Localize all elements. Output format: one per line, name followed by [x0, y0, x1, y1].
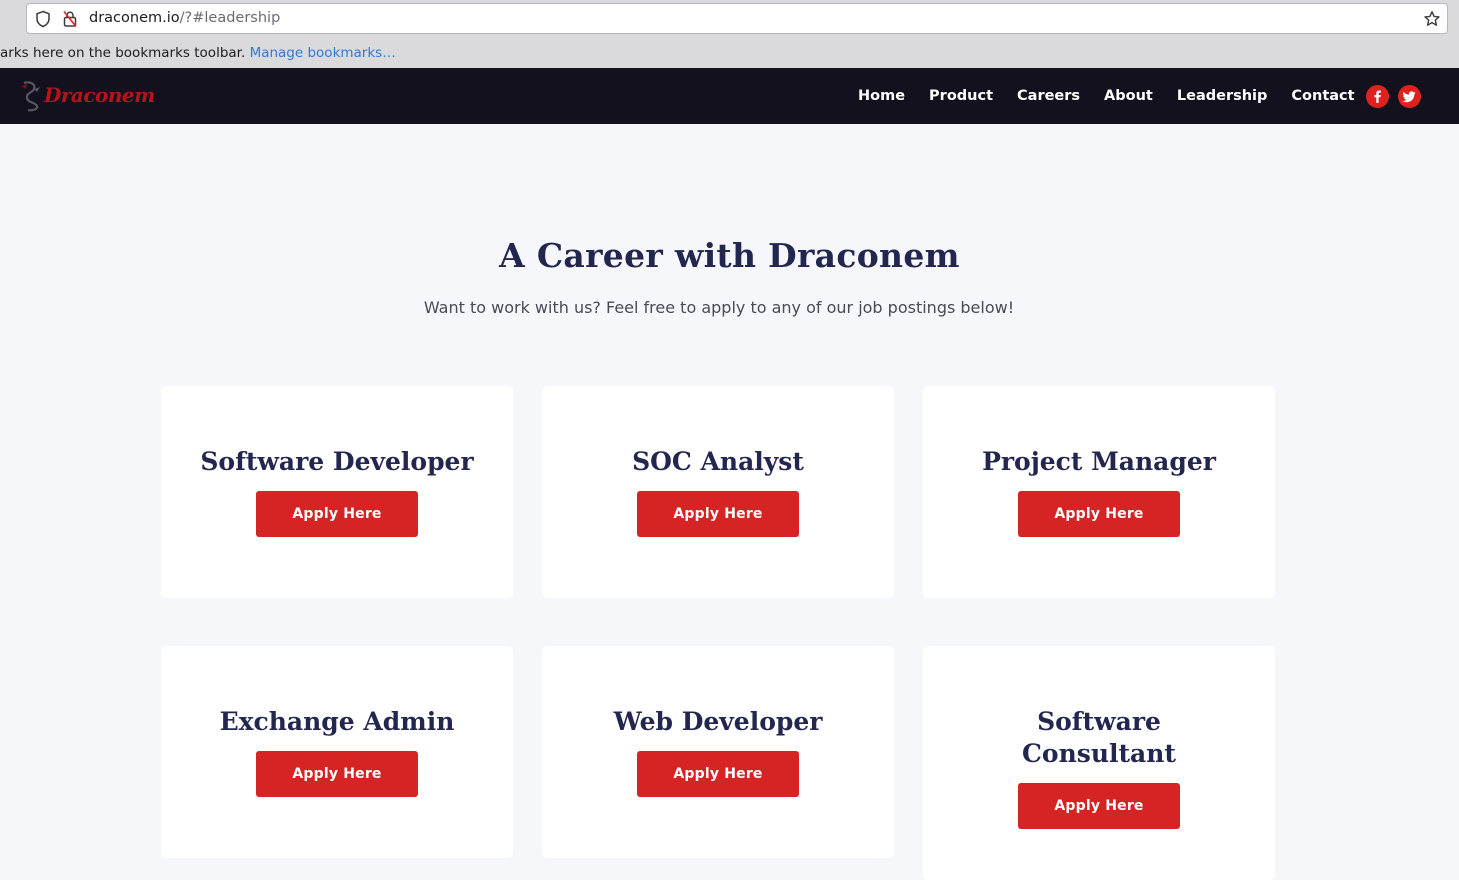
- insecure-lock-icon[interactable]: [62, 10, 78, 28]
- nav-careers[interactable]: Careers: [1017, 88, 1080, 104]
- apply-button[interactable]: Apply Here: [256, 491, 418, 537]
- manage-bookmarks-link[interactable]: Manage bookmarks…: [250, 45, 396, 61]
- bookmarks-toolbar: arks here on the bookmarks toolbar. Mana…: [0, 40, 396, 66]
- url-path: /?#leadership: [179, 10, 281, 26]
- nav-leadership[interactable]: Leadership: [1177, 88, 1268, 104]
- apply-button[interactable]: Apply Here: [1018, 491, 1180, 537]
- apply-button[interactable]: Apply Here: [637, 751, 799, 797]
- apply-button[interactable]: Apply Here: [1018, 783, 1180, 829]
- job-title: Software Developer: [200, 447, 474, 476]
- facebook-button[interactable]: [1366, 85, 1389, 108]
- page-subtitle: Want to work with us? Feel free to apply…: [423, 298, 1015, 317]
- job-card-software-developer: Software Developer Apply Here: [161, 386, 513, 598]
- job-title: Project Manager: [982, 447, 1216, 476]
- job-title: Web Developer: [613, 707, 823, 736]
- twitter-button[interactable]: [1398, 85, 1421, 108]
- job-card-exchange-admin: Exchange Admin Apply Here: [161, 646, 513, 858]
- job-title: Software Consultant: [1022, 707, 1176, 768]
- url-text[interactable]: draconem.io/?#leadership: [89, 10, 280, 26]
- twitter-icon: [1402, 91, 1416, 103]
- job-title: SOC Analyst: [632, 447, 804, 476]
- job-card-project-manager: Project Manager Apply Here: [923, 386, 1275, 598]
- draconem-logo[interactable]: Draconem: [18, 80, 155, 112]
- page-title: A Career with Draconem: [499, 236, 960, 275]
- job-card-web-developer: Web Developer Apply Here: [542, 646, 894, 858]
- nav-product[interactable]: Product: [929, 88, 993, 104]
- nav-contact[interactable]: Contact: [1291, 88, 1354, 104]
- shield-icon[interactable]: [35, 10, 51, 28]
- apply-button[interactable]: Apply Here: [637, 491, 799, 537]
- facebook-icon: [1374, 90, 1381, 103]
- bookmarks-hint: arks here on the bookmarks toolbar.: [0, 45, 246, 61]
- job-card-software-consultant: Software Consultant Apply Here: [923, 646, 1275, 880]
- nav-home[interactable]: Home: [858, 88, 905, 104]
- apply-button[interactable]: Apply Here: [256, 751, 418, 797]
- url-host: draconem.io: [89, 10, 180, 26]
- job-title: Exchange Admin: [219, 707, 455, 736]
- job-card-soc-analyst: SOC Analyst Apply Here: [542, 386, 894, 598]
- nav-about[interactable]: About: [1104, 88, 1153, 104]
- address-bar[interactable]: draconem.io/?#leadership: [26, 3, 1448, 34]
- bookmark-star-icon[interactable]: [1423, 10, 1441, 28]
- site-header: Draconem Home Product Careers About Lead…: [0, 68, 1459, 124]
- logo-text: Draconem: [44, 83, 155, 107]
- browser-toolbar: draconem.io/?#leadership arks here on th…: [0, 0, 1459, 68]
- main-nav: Home Product Careers About Leadership Co…: [846, 68, 1367, 124]
